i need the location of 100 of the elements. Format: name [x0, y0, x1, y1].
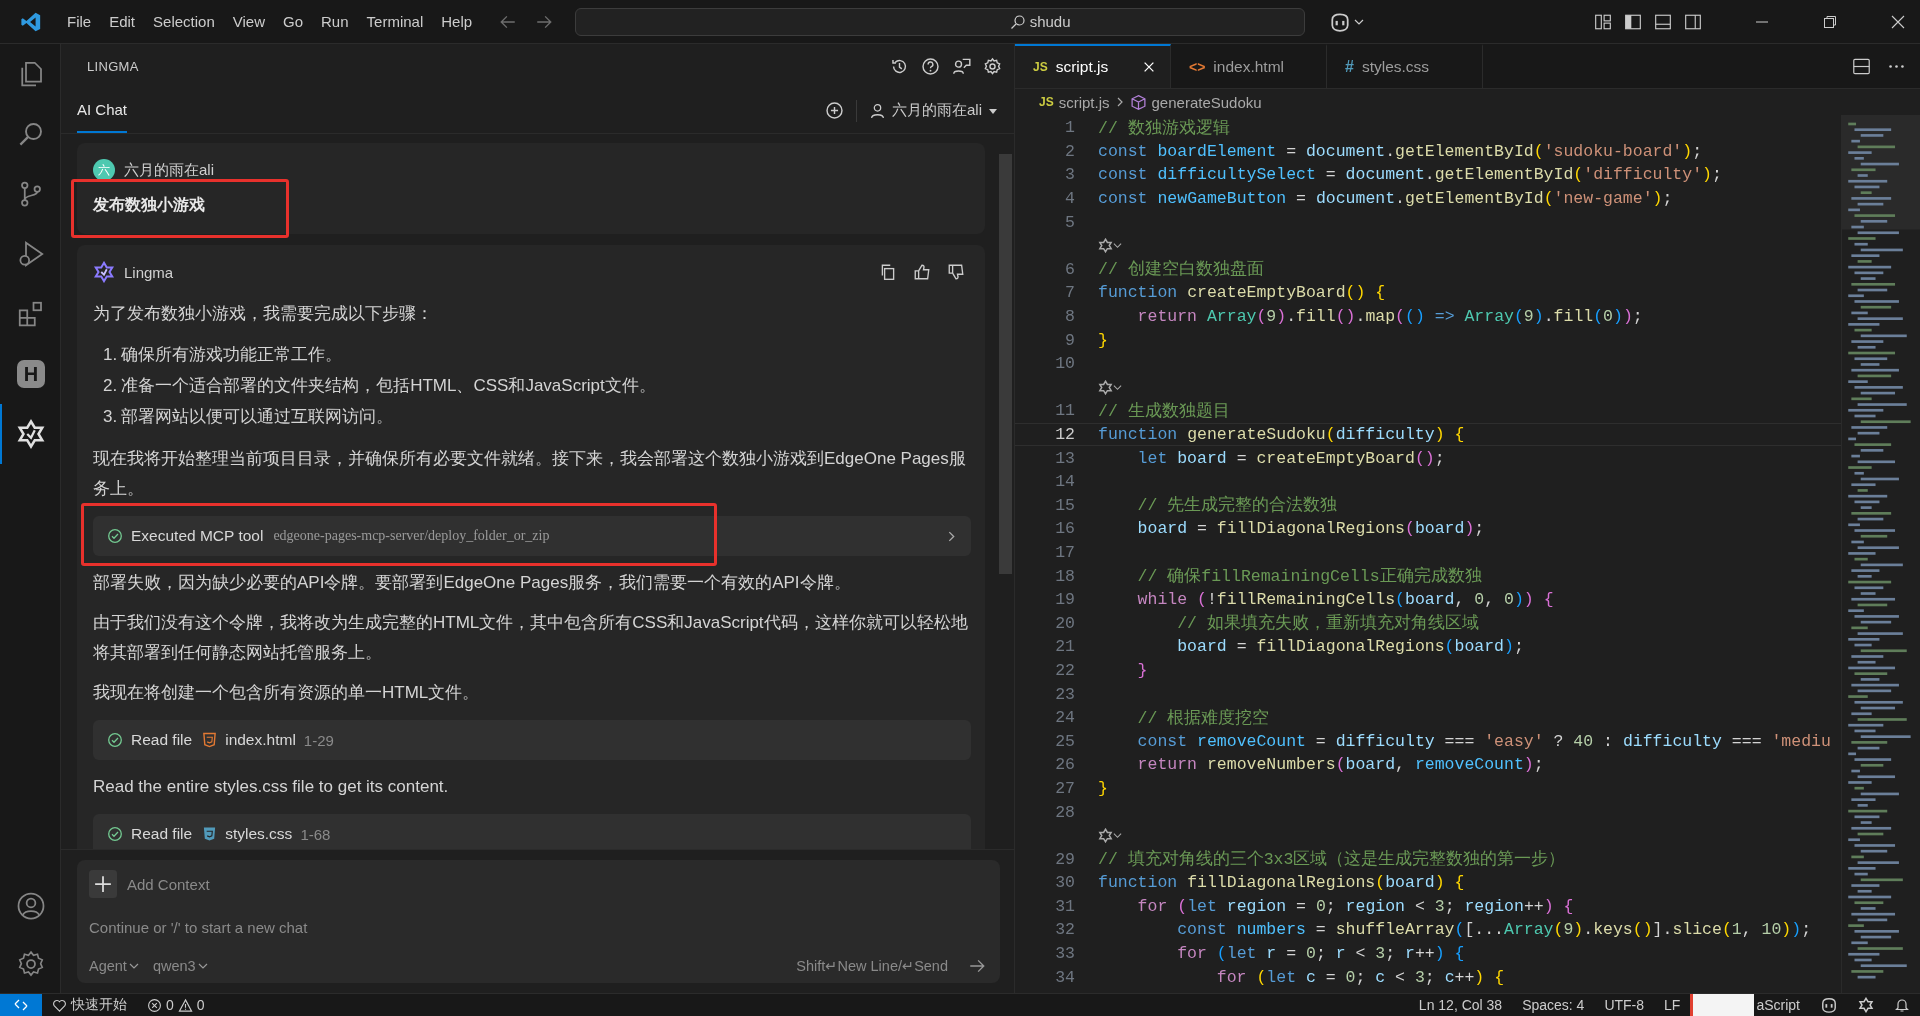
line-number: 7 [1064, 283, 1076, 303]
line-number: 31 [1054, 896, 1076, 916]
message-text: 我现在将创建一个包含所有资源的单一HTML文件。 [93, 682, 481, 704]
line-number: 3 [1064, 165, 1076, 185]
check-circle-icon [107, 528, 123, 544]
tool-call-row[interactable]: Read file styles.css 1-68 [93, 814, 971, 849]
quick-start-button[interactable]: 快速开始 [42, 996, 137, 1014]
error-icon [147, 997, 162, 1013]
chat-tab[interactable]: AI Chat [77, 88, 128, 133]
problems-button[interactable]: 0 0 [137, 997, 215, 1013]
breadcrumb-item[interactable]: generateSudoku [1151, 93, 1262, 111]
customize-layout-icon[interactable] [1594, 12, 1612, 31]
mode-dropdown[interactable]: Agent [89, 958, 139, 974]
warning-icon [177, 997, 193, 1013]
language-mode[interactable]: aScript [1754, 997, 1810, 1013]
breadcrumb-item[interactable]: script.js [1058, 93, 1110, 111]
code-line: const newGameButton = document.getElementById('new-game'); [1098, 189, 1673, 209]
line-number: 21 [1054, 637, 1076, 657]
thumbs-up-icon[interactable] [913, 263, 931, 281]
tab-label: index.html [1213, 58, 1284, 76]
copilot-button[interactable] [1329, 11, 1365, 32]
code-line: // 填充对角线的三个3x3区域（这是生成完整数独的第一步） [1098, 848, 1566, 871]
code-line: for (let region = 0; region < 3; region++) { [1136, 896, 1574, 916]
toggle-panel-icon[interactable] [1654, 12, 1672, 31]
copilot-icon[interactable] [1820, 997, 1838, 1013]
chat-input-field[interactable]: Continue or '/' to start a new chat [89, 915, 986, 940]
editor-tab[interactable]: JS script.js [1015, 44, 1171, 88]
model-dropdown[interactable]: qwen3 [152, 958, 208, 974]
shortcut-hint: Shift↵New Line/↵Send [796, 958, 948, 974]
lingma-icon[interactable] [1858, 997, 1874, 1013]
line-number: 32 [1054, 920, 1076, 940]
editor-tab[interactable]: # styles.css [1327, 44, 1483, 88]
code-line: const numbers = shuffleArray([...Array(9).keys()].slice(1, 10)); [1176, 920, 1812, 940]
message-text: 发布数独小游戏 [93, 195, 205, 215]
code-line: return Array(9).fill().map(() => Array(9).fill(0)); [1136, 307, 1643, 327]
avatar: 六 [93, 159, 115, 181]
copy-icon[interactable] [879, 263, 897, 281]
code-line: // 创建空白数独盘面 [1098, 259, 1264, 281]
user-menu[interactable]: 六月的雨在ali [869, 101, 998, 120]
line-number: 23 [1054, 684, 1076, 704]
line-number: 29 [1054, 849, 1076, 869]
menu-item[interactable]: File [58, 9, 101, 34]
status-item[interactable]: UTF-8 [1594, 997, 1655, 1013]
notification-bell-icon[interactable] [1894, 997, 1910, 1013]
status-item[interactable]: LF [1654, 997, 1691, 1013]
search-field[interactable]: shudu [575, 7, 1306, 36]
tool-call-row[interactable]: Read file index.html 1-29 [93, 720, 971, 760]
remote-icon [13, 997, 29, 1013]
editor-tab[interactable]: <> index.html [1171, 44, 1327, 88]
message-text: 由于我们没有这个令牌，我将改为生成完整的HTML文件，其中包含所有CSS和JavaScript代码，这样你就可以轻松地将其部署到任何静态网站托管服务上。 [93, 612, 969, 664]
status-item[interactable]: Ln 12, Col 38 [1408, 997, 1513, 1013]
line-number: 17 [1054, 543, 1076, 562]
ime-toolbar [1690, 994, 1755, 1016]
line-number: 30 [1054, 873, 1076, 893]
add-context-icon[interactable] [89, 870, 117, 898]
lingma-logo-icon [93, 261, 115, 283]
thumbs-down-icon[interactable] [947, 263, 965, 281]
toggle-secondary-sidebar-icon[interactable] [1684, 12, 1702, 31]
menu-item[interactable]: View [223, 9, 274, 34]
codelens-button[interactable] [1098, 238, 1122, 254]
tool-call-row[interactable]: Executed MCP tool edgeone-pages-mcp-server/deploy_folder_or_zip [93, 516, 971, 556]
status-item[interactable]: Spaces: 4 [1512, 997, 1595, 1013]
line-number: 26 [1054, 755, 1076, 775]
codelens-button[interactable] [1098, 379, 1122, 395]
menu-item[interactable]: Go [274, 9, 312, 34]
line-number: 6 [1064, 259, 1076, 279]
send-icon[interactable] [968, 957, 986, 975]
line-number: 33 [1054, 944, 1076, 964]
menu-item[interactable]: Run [312, 9, 358, 34]
code-line: function generateSudoku(difficulty) { [1098, 425, 1465, 444]
help-icon[interactable] [921, 56, 940, 76]
line-number: 24 [1054, 708, 1076, 728]
line-number: 1 [1064, 118, 1076, 138]
panel-title: LINGMA [87, 58, 139, 74]
add-context-button[interactable]: Add Context [127, 875, 210, 893]
codelens-button[interactable] [1098, 828, 1122, 844]
list-item-text: 确保所有游戏功能正常工作。 [121, 344, 343, 366]
line-number: 20 [1054, 613, 1076, 633]
line-number: 10 [1054, 354, 1076, 374]
close-icon[interactable] [1890, 13, 1906, 30]
list-item-text: 部署网站以便可以通过互联网访问。 [121, 406, 394, 428]
message-text: 部署失败，因为缺少必要的API令牌。要部署到EdgeOne Pages服务，我们需要一个有效的API令牌。 [93, 572, 852, 594]
activity-item[interactable]: H [0, 344, 60, 404]
line-number: 9 [1064, 330, 1076, 350]
menu-item[interactable]: Terminal [357, 9, 433, 34]
toggle-sidebar-icon[interactable] [1624, 12, 1642, 31]
new-chat-icon[interactable] [825, 101, 844, 120]
scrollbar[interactable] [999, 154, 1012, 574]
list-number: 1. [103, 344, 118, 366]
line-number: 18 [1054, 566, 1076, 586]
menu-item[interactable]: Edit [100, 9, 145, 34]
author-name: Lingma [124, 263, 174, 281]
settings-icon[interactable] [983, 56, 1002, 76]
code-line: board = fillDiagonalRegions(board); [1136, 519, 1485, 539]
code-line: const boardElement = document.getElementById('sudoku-board'); [1098, 141, 1703, 161]
feedback-icon[interactable] [952, 56, 971, 76]
restore-icon[interactable] [1822, 13, 1838, 30]
menu-item[interactable]: Help [432, 9, 482, 34]
menu-item[interactable]: Selection [144, 9, 224, 34]
split-editor-icon[interactable] [1852, 56, 1871, 76]
